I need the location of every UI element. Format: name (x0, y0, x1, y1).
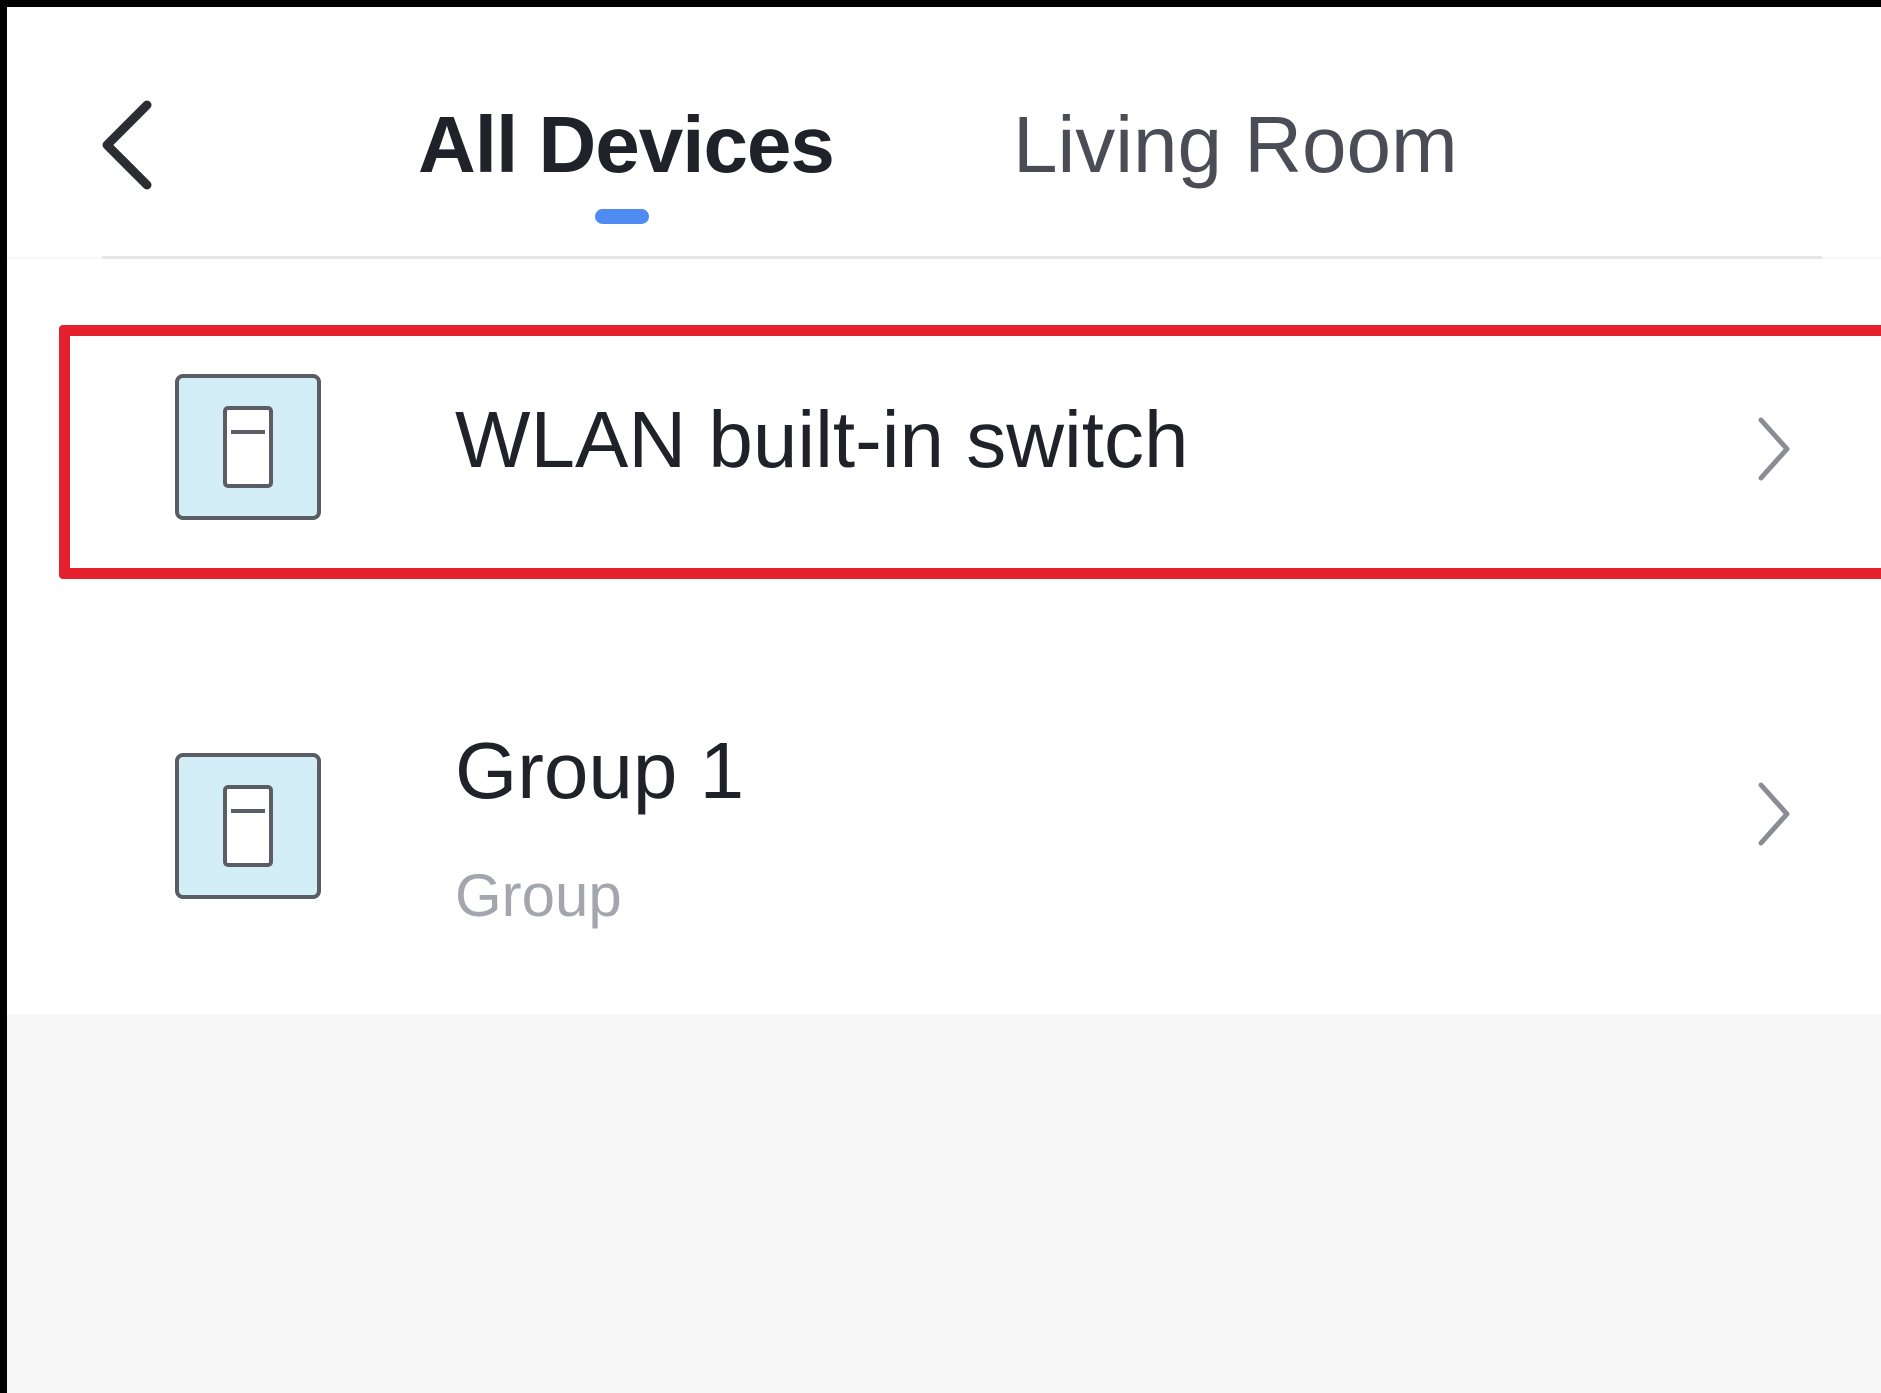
device-name: Group 1 (455, 726, 745, 815)
device-row-group-1[interactable]: Group 1 Group (7, 639, 1881, 939)
wall-switch-icon (175, 753, 321, 899)
app-screen: All Devices Living Room WLAN built-in sw… (0, 0, 1881, 1393)
tab-all-devices[interactable]: All Devices (418, 99, 835, 191)
wall-switch-icon (175, 374, 321, 520)
chevron-left-icon (102, 100, 152, 190)
top-bar: All Devices Living Room (7, 7, 1881, 259)
device-row-wlan-switch[interactable]: WLAN built-in switch (7, 334, 1881, 580)
tab-living-room[interactable]: Living Room (1013, 99, 1458, 191)
chevron-right-icon (1753, 414, 1793, 484)
active-tab-indicator (595, 209, 649, 224)
device-type-label: Group (455, 862, 622, 929)
back-button[interactable] (95, 95, 165, 195)
device-list: WLAN built-in switch Group 1 Group (7, 259, 1881, 1014)
device-name: WLAN built-in switch (455, 395, 1189, 484)
chevron-right-icon (1753, 779, 1793, 849)
